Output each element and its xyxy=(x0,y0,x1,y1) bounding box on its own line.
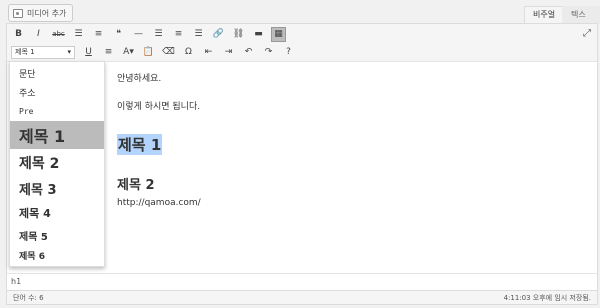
undo-button[interactable]: ↶ xyxy=(241,45,256,60)
format-select[interactable]: 제목 1 ▾ xyxy=(11,45,75,59)
media-icon xyxy=(13,8,23,18)
format-option[interactable]: 제목 3 xyxy=(10,177,104,200)
heading-2: 제목 2 xyxy=(117,178,155,193)
clear-formatting-button[interactable]: ⌫ xyxy=(161,45,176,60)
italic-button[interactable]: I xyxy=(31,27,46,42)
paragraph-2: 이렇게 하시면 됩니다. xyxy=(117,102,201,112)
remove-link-button[interactable]: ⛓ xyxy=(231,27,246,42)
special-character-button[interactable]: Ω xyxy=(181,45,196,60)
numbered-list-button[interactable]: ≡ xyxy=(91,27,106,42)
bullet-list-button[interactable]: ☰ xyxy=(71,27,86,42)
autosave-status: 4:11:03 오후에 임시 저장됨. xyxy=(503,294,591,302)
status-bar: 단어 수: 6 4:11:03 오후에 임시 저장됨. xyxy=(6,291,598,305)
toolbar-toggle-button[interactable]: ▦ xyxy=(271,26,286,42)
chevron-down-icon: ▾ xyxy=(67,48,71,56)
format-option[interactable]: Pre xyxy=(10,103,104,119)
element-path: h1 xyxy=(7,273,597,290)
format-option[interactable]: 제목 5 xyxy=(10,226,104,245)
help-button[interactable]: ? xyxy=(281,45,296,60)
format-select-value: 제목 1 xyxy=(15,48,35,56)
bold-button[interactable]: B xyxy=(11,27,26,42)
align-right-button[interactable]: ☰ xyxy=(191,27,206,42)
format-option[interactable]: 제목 6 xyxy=(10,246,104,264)
link-text[interactable]: http://qamoa.com/ xyxy=(117,198,201,208)
blockquote-button[interactable]: ❝ xyxy=(111,27,126,42)
align-left-button[interactable]: ☰ xyxy=(151,27,166,42)
heading-1: 제목 1 xyxy=(117,134,163,155)
horizontal-line-button[interactable]: — xyxy=(131,27,146,42)
add-media-label: 미디어 추가 xyxy=(27,8,67,18)
format-option[interactable]: 제목 4 xyxy=(10,202,104,224)
outdent-button[interactable]: ⇤ xyxy=(201,45,216,60)
word-count: 단어 수: 6 xyxy=(13,294,44,302)
fullscreen-icon[interactable]: ⤢ xyxy=(583,28,591,39)
add-media-button[interactable]: 미디어 추가 xyxy=(8,4,74,22)
insert-link-button[interactable]: 🔗 xyxy=(211,27,226,42)
paragraph-1: 안녕하세요. xyxy=(117,74,162,84)
strikethrough-button[interactable]: abc xyxy=(51,27,66,42)
underline-button[interactable]: U xyxy=(81,45,96,60)
format-option[interactable]: 문단 xyxy=(10,65,104,82)
format-option[interactable]: 제목 1 xyxy=(10,121,104,149)
tab-visual[interactable]: 비주얼 xyxy=(524,6,565,24)
toolbar-row-1: B Iabc ☰ ≡ ❝ — ☰ ≡ ☰ 🔗 ⛓ ▬ ▦ xyxy=(11,26,291,42)
redo-button[interactable]: ↷ xyxy=(261,45,276,60)
align-center-button[interactable]: ≡ xyxy=(171,27,186,42)
text-color-button[interactable]: A▾ xyxy=(121,45,136,60)
justify-button[interactable]: ≡ xyxy=(101,45,116,60)
tab-text[interactable]: 텍스트 xyxy=(562,6,600,35)
format-option[interactable]: 주소 xyxy=(10,84,104,101)
indent-button[interactable]: ⇥ xyxy=(221,45,236,60)
read-more-button[interactable]: ▬ xyxy=(251,27,266,42)
top-bar: 미디어 추가 비주얼 텍스트 xyxy=(0,0,600,35)
toolbar-row-2: 제목 1 ▾ U ≡ A▾ 📋 ⌫ Ω ⇤ ⇥ ↶ ↷? xyxy=(11,44,301,60)
editor-toolbar: B Iabc ☰ ≡ ❝ — ☰ ≡ ☰ 🔗 ⛓ ▬ ▦ 제목 1 ▾ U ≡ A▾ 📋 ⌫ Ω ⇤ ⇥ ↶ ↷? ⤢ xyxy=(7,24,597,62)
format-dropdown: 문단주소 Pre 제목 1 제목 2 제목 3 제목 4 제목 5 제목 6 xyxy=(9,61,105,267)
format-option[interactable]: 제목 2 xyxy=(10,151,104,175)
paste-as-text-button[interactable]: 📋 xyxy=(141,45,156,60)
